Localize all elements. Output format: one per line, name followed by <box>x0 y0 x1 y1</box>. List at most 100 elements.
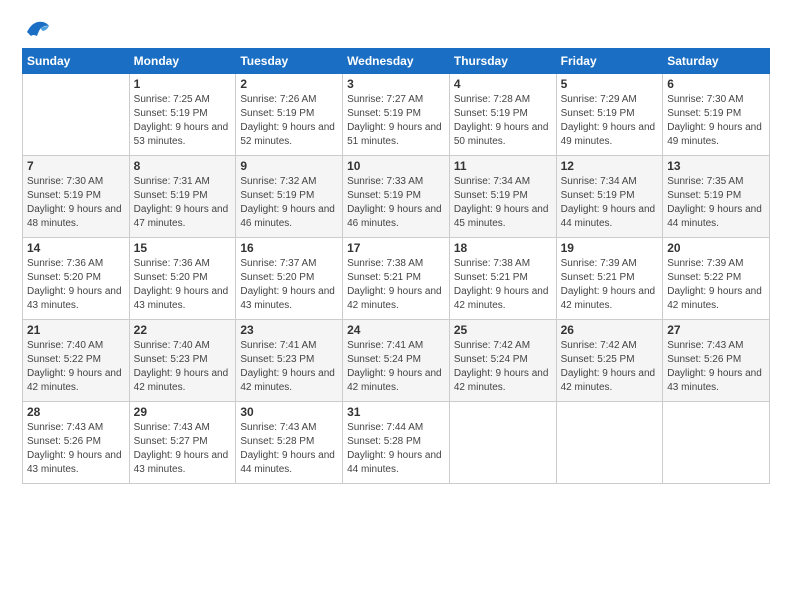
day-cell: 21Sunrise: 7:40 AMSunset: 5:22 PMDayligh… <box>23 320 130 402</box>
week-row-4: 21Sunrise: 7:40 AMSunset: 5:22 PMDayligh… <box>23 320 770 402</box>
day-info: Sunrise: 7:34 AMSunset: 5:19 PMDaylight:… <box>454 175 552 231</box>
day-number: 2 <box>240 77 338 91</box>
day-info: Sunrise: 7:42 AMSunset: 5:25 PMDaylight:… <box>561 339 659 395</box>
day-number: 5 <box>561 77 659 91</box>
day-info: Sunrise: 7:36 AMSunset: 5:20 PMDaylight:… <box>134 257 232 313</box>
day-cell: 28 Sunrise: 7:43 AMSunset: 5:26 PMDayligh… <box>23 402 130 484</box>
week-row-1: 1 Sunrise: 7:25 AMSunset: 5:19 PMDaylight… <box>23 74 770 156</box>
day-cell: 3 Sunrise: 7:27 AMSunset: 5:19 PMDaylight… <box>343 74 450 156</box>
day-cell: 18 Sunrise: 7:38 AMSunset: 5:21 PMDayligh… <box>449 238 556 320</box>
day-info: Sunrise: 7:30 AMSunset: 5:19 PMDaylight:… <box>27 175 125 231</box>
day-number: 8 <box>134 159 232 173</box>
day-info: Sunrise: 7:31 AMSunset: 5:19 PMDaylight:… <box>134 175 232 231</box>
day-info: Sunrise: 7:43 AMSunset: 5:28 PMDaylight:… <box>240 421 338 477</box>
day-info: Sunrise: 7:39 AMSunset: 5:22 PMDaylight:… <box>667 257 765 313</box>
day-cell: 14Sunrise: 7:36 AMSunset: 5:20 PMDayligh… <box>23 238 130 320</box>
day-info: Sunrise: 7:43 AMSunset: 5:26 PMDaylight:… <box>667 339 765 395</box>
weekday-header-row: SundayMondayTuesdayWednesdayThursdayFrid… <box>23 49 770 74</box>
day-info: Sunrise: 7:41 AMSunset: 5:24 PMDaylight:… <box>347 339 445 395</box>
day-cell: 11 Sunrise: 7:34 AMSunset: 5:19 PMDayligh… <box>449 156 556 238</box>
day-cell: 10 Sunrise: 7:33 AMSunset: 5:19 PMDayligh… <box>343 156 450 238</box>
day-number: 17 <box>347 241 445 255</box>
day-info: Sunrise: 7:36 AMSunset: 5:20 PMDaylight:… <box>27 257 125 313</box>
day-number: 12 <box>561 159 659 173</box>
day-cell: 17 Sunrise: 7:38 AMSunset: 5:21 PMDayligh… <box>343 238 450 320</box>
day-cell: 15 Sunrise: 7:36 AMSunset: 5:20 PMDayligh… <box>129 238 236 320</box>
day-number: 22 <box>134 323 232 337</box>
day-cell: 26 Sunrise: 7:42 AMSunset: 5:25 PMDayligh… <box>556 320 663 402</box>
day-info: Sunrise: 7:33 AMSunset: 5:19 PMDaylight:… <box>347 175 445 231</box>
day-number: 1 <box>134 77 232 91</box>
day-number: 4 <box>454 77 552 91</box>
day-info: Sunrise: 7:44 AMSunset: 5:28 PMDaylight:… <box>347 421 445 477</box>
day-info: Sunrise: 7:39 AMSunset: 5:21 PMDaylight:… <box>561 257 659 313</box>
day-number: 6 <box>667 77 765 91</box>
day-info: Sunrise: 7:40 AMSunset: 5:23 PMDaylight:… <box>134 339 232 395</box>
day-number: 25 <box>454 323 552 337</box>
day-cell: 30 Sunrise: 7:43 AMSunset: 5:28 PMDayligh… <box>236 402 343 484</box>
day-cell <box>449 402 556 484</box>
weekday-header-wednesday: Wednesday <box>343 49 450 74</box>
weekday-header-monday: Monday <box>129 49 236 74</box>
day-info: Sunrise: 7:26 AMSunset: 5:19 PMDaylight:… <box>240 93 338 149</box>
header <box>22 18 770 40</box>
day-number: 10 <box>347 159 445 173</box>
day-info: Sunrise: 7:27 AMSunset: 5:19 PMDaylight:… <box>347 93 445 149</box>
week-row-3: 14Sunrise: 7:36 AMSunset: 5:20 PMDayligh… <box>23 238 770 320</box>
day-number: 28 <box>27 405 125 419</box>
day-info: Sunrise: 7:38 AMSunset: 5:21 PMDaylight:… <box>454 257 552 313</box>
day-info: Sunrise: 7:35 AMSunset: 5:19 PMDaylight:… <box>667 175 765 231</box>
day-number: 29 <box>134 405 232 419</box>
day-cell: 7Sunrise: 7:30 AMSunset: 5:19 PMDaylight… <box>23 156 130 238</box>
day-cell: 2 Sunrise: 7:26 AMSunset: 5:19 PMDaylight… <box>236 74 343 156</box>
day-cell: 8 Sunrise: 7:31 AMSunset: 5:19 PMDaylight… <box>129 156 236 238</box>
day-cell: 5Sunrise: 7:29 AMSunset: 5:19 PMDaylight… <box>556 74 663 156</box>
day-cell: 9 Sunrise: 7:32 AMSunset: 5:19 PMDaylight… <box>236 156 343 238</box>
day-info: Sunrise: 7:32 AMSunset: 5:19 PMDaylight:… <box>240 175 338 231</box>
day-number: 27 <box>667 323 765 337</box>
day-number: 18 <box>454 241 552 255</box>
day-cell: 13Sunrise: 7:35 AMSunset: 5:19 PMDayligh… <box>663 156 770 238</box>
day-info: Sunrise: 7:25 AMSunset: 5:19 PMDaylight:… <box>134 93 232 149</box>
day-number: 20 <box>667 241 765 255</box>
day-number: 26 <box>561 323 659 337</box>
weekday-header-saturday: Saturday <box>663 49 770 74</box>
day-cell: 25 Sunrise: 7:42 AMSunset: 5:24 PMDayligh… <box>449 320 556 402</box>
day-info: Sunrise: 7:34 AMSunset: 5:19 PMDaylight:… <box>561 175 659 231</box>
weekday-header-sunday: Sunday <box>23 49 130 74</box>
logo-bird-icon <box>25 18 51 40</box>
weekday-header-tuesday: Tuesday <box>236 49 343 74</box>
day-number: 16 <box>240 241 338 255</box>
day-cell: 6Sunrise: 7:30 AMSunset: 5:19 PMDaylight… <box>663 74 770 156</box>
day-number: 9 <box>240 159 338 173</box>
day-cell <box>556 402 663 484</box>
day-info: Sunrise: 7:43 AMSunset: 5:27 PMDaylight:… <box>134 421 232 477</box>
day-cell: 16 Sunrise: 7:37 AMSunset: 5:20 PMDayligh… <box>236 238 343 320</box>
day-info: Sunrise: 7:37 AMSunset: 5:20 PMDaylight:… <box>240 257 338 313</box>
day-info: Sunrise: 7:41 AMSunset: 5:23 PMDaylight:… <box>240 339 338 395</box>
day-cell: 22 Sunrise: 7:40 AMSunset: 5:23 PMDayligh… <box>129 320 236 402</box>
day-number: 19 <box>561 241 659 255</box>
day-info: Sunrise: 7:42 AMSunset: 5:24 PMDaylight:… <box>454 339 552 395</box>
week-row-2: 7Sunrise: 7:30 AMSunset: 5:19 PMDaylight… <box>23 156 770 238</box>
day-cell: 12 Sunrise: 7:34 AMSunset: 5:19 PMDayligh… <box>556 156 663 238</box>
day-number: 24 <box>347 323 445 337</box>
day-cell <box>23 74 130 156</box>
day-cell: 27 Sunrise: 7:43 AMSunset: 5:26 PMDayligh… <box>663 320 770 402</box>
day-number: 3 <box>347 77 445 91</box>
day-number: 23 <box>240 323 338 337</box>
day-info: Sunrise: 7:28 AMSunset: 5:19 PMDaylight:… <box>454 93 552 149</box>
day-number: 11 <box>454 159 552 173</box>
calendar-table: SundayMondayTuesdayWednesdayThursdayFrid… <box>22 48 770 484</box>
day-info: Sunrise: 7:38 AMSunset: 5:21 PMDaylight:… <box>347 257 445 313</box>
day-cell <box>663 402 770 484</box>
day-info: Sunrise: 7:40 AMSunset: 5:22 PMDaylight:… <box>27 339 125 395</box>
day-info: Sunrise: 7:43 AMSunset: 5:26 PMDaylight:… <box>27 421 125 477</box>
calendar-page: SundayMondayTuesdayWednesdayThursdayFrid… <box>0 0 792 612</box>
weekday-header-thursday: Thursday <box>449 49 556 74</box>
day-number: 31 <box>347 405 445 419</box>
day-cell: 1 Sunrise: 7:25 AMSunset: 5:19 PMDaylight… <box>129 74 236 156</box>
day-number: 30 <box>240 405 338 419</box>
day-number: 15 <box>134 241 232 255</box>
weekday-header-friday: Friday <box>556 49 663 74</box>
